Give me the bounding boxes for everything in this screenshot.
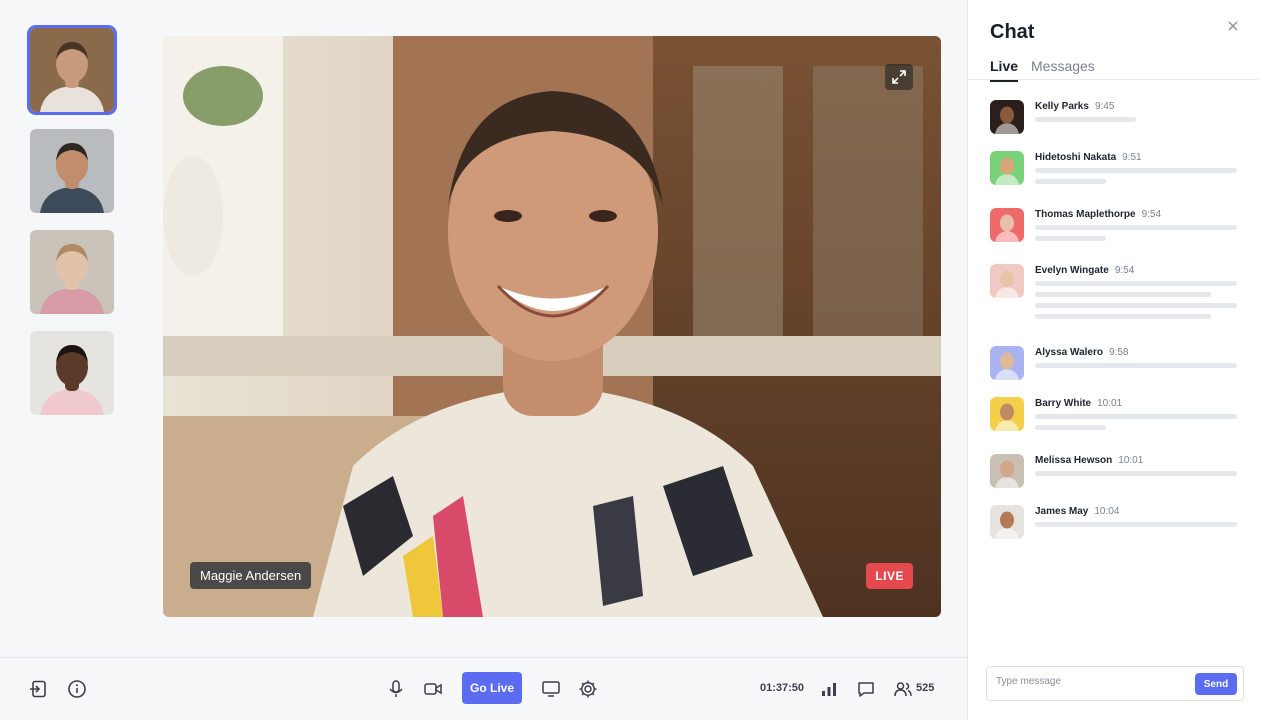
participant-video — [30, 331, 114, 415]
leave-button[interactable] — [28, 678, 50, 700]
message-input[interactable] — [996, 676, 1186, 687]
chat-tabs: Live Messages — [968, 58, 1258, 82]
fullscreen-button[interactable] — [885, 64, 913, 90]
message-meta: Hidetoshi Nakata 9:51 — [1035, 152, 1142, 163]
bottom-toolbar: Go Live 01:37:50 525 — [0, 657, 967, 720]
participant-thumbnails — [27, 25, 117, 432]
monitor-icon — [542, 681, 560, 697]
video-call-app: Maggie Andersen LIVE Go Live 01:37:50 52… — [0, 0, 1280, 720]
screen-share-button[interactable] — [540, 678, 562, 700]
avatar — [990, 264, 1024, 298]
avatar — [990, 505, 1024, 539]
avatar — [990, 397, 1024, 431]
message-text-placeholder — [1035, 236, 1106, 241]
message-meta: Evelyn Wingate 9:54 — [1035, 265, 1134, 276]
close-icon — [1228, 21, 1238, 31]
message-meta: James May 10:04 — [1035, 506, 1119, 517]
chat-title: Chat — [990, 21, 1035, 43]
message-text-placeholder — [1035, 471, 1237, 476]
info-icon — [68, 680, 86, 698]
settings-button[interactable] — [577, 678, 599, 700]
signal-bars-icon — [822, 683, 836, 696]
avatar — [990, 454, 1024, 488]
message-time: 9:54 — [1114, 265, 1135, 276]
send-button[interactable]: Send — [1195, 673, 1237, 695]
participant-thumbnail[interactable] — [30, 230, 114, 314]
go-live-button[interactable]: Go Live — [462, 672, 522, 704]
chat-bubble-icon — [858, 682, 874, 697]
avatar — [990, 208, 1024, 242]
message-time: 9:58 — [1109, 347, 1129, 358]
video-camera-icon — [424, 683, 442, 695]
chat-panel: Chat Live Messages Kelly Parks 9:45 Hideto… — [967, 0, 1280, 720]
avatar — [990, 346, 1024, 380]
message-time: 10:01 — [1118, 455, 1144, 466]
avatar — [990, 100, 1024, 134]
message-meta: Thomas Maplethorpe 9:54 — [1035, 209, 1161, 220]
live-badge: LIVE — [866, 563, 913, 589]
message-time: 9:51 — [1122, 152, 1142, 163]
close-chat-button[interactable] — [1228, 18, 1242, 32]
tab-messages[interactable]: Messages — [1031, 58, 1095, 80]
message-meta: Barry White 10:01 — [1035, 398, 1122, 409]
sender-name: Hidetoshi Nakata — [1035, 152, 1117, 163]
message-text-placeholder — [1035, 117, 1136, 122]
main-video: Maggie Andersen LIVE — [163, 36, 941, 617]
chat-toggle-button[interactable] — [855, 678, 877, 700]
message-text-placeholder — [1035, 281, 1237, 286]
participant-video — [30, 230, 114, 314]
message-text-placeholder — [1035, 425, 1106, 430]
participant-thumbnail[interactable] — [30, 129, 114, 213]
message-time: 10:01 — [1097, 398, 1123, 409]
message-text-placeholder — [1035, 292, 1211, 297]
sender-name: Alyssa Walero — [1035, 347, 1103, 358]
sender-name: Kelly Parks — [1035, 101, 1089, 112]
sender-name: Melissa Hewson — [1035, 455, 1113, 466]
participant-count: 525 — [916, 682, 935, 694]
people-icon — [894, 682, 912, 697]
participant-thumbnail[interactable] — [27, 25, 117, 115]
info-button[interactable] — [66, 678, 88, 700]
speaker-video-frame — [163, 36, 941, 617]
message-text-placeholder — [1035, 303, 1237, 308]
gear-icon — [579, 680, 597, 698]
sender-name: James May — [1035, 506, 1089, 517]
message-text-placeholder — [1035, 363, 1237, 368]
message-text-placeholder — [1035, 225, 1237, 230]
participant-video — [30, 129, 114, 213]
message-text-placeholder — [1035, 414, 1237, 419]
tab-live[interactable]: Live — [990, 58, 1019, 82]
avatar — [990, 151, 1024, 185]
message-meta: Alyssa Walero 9:58 — [1035, 347, 1128, 358]
sender-name: Barry White — [1035, 398, 1092, 409]
message-meta: Kelly Parks 9:45 — [1035, 101, 1114, 112]
message-text-placeholder — [1035, 314, 1211, 319]
message-time: 9:54 — [1141, 209, 1162, 220]
participant-thumbnail[interactable] — [30, 331, 114, 415]
exit-icon — [30, 680, 46, 698]
participant-video — [30, 28, 114, 112]
microphone-icon — [389, 680, 403, 697]
connection-stats-button[interactable] — [818, 678, 840, 700]
call-timer: 01:37:50 — [760, 682, 805, 694]
message-text-placeholder — [1035, 522, 1237, 527]
sender-name: Evelyn Wingate — [1035, 265, 1109, 276]
microphone-button[interactable] — [385, 678, 407, 700]
camera-button[interactable] — [422, 678, 444, 700]
message-composer: Send — [986, 666, 1244, 701]
sender-name: Thomas Maplethorpe — [1035, 209, 1136, 220]
message-text-placeholder — [1035, 179, 1106, 184]
message-meta: Melissa Hewson 10:01 — [1035, 455, 1143, 466]
message-time: 9:45 — [1094, 101, 1115, 112]
speaker-name-tag: Maggie Andersen — [190, 562, 312, 589]
expand-icon — [892, 70, 906, 84]
message-text-placeholder — [1035, 168, 1237, 173]
message-time: 10:04 — [1094, 506, 1120, 517]
participants-button[interactable] — [892, 678, 914, 700]
